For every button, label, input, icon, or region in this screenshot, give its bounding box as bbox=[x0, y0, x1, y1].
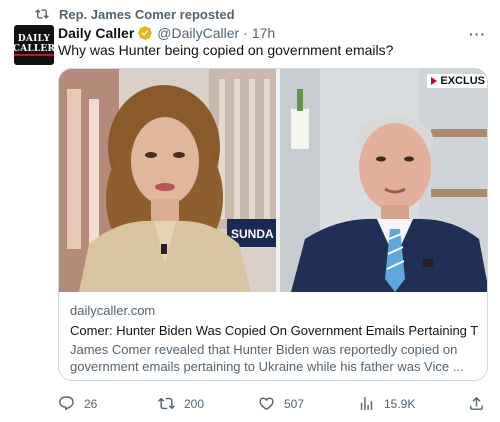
timestamp[interactable]: 17h bbox=[252, 25, 275, 41]
repost-context[interactable]: Rep. James Comer reposted bbox=[34, 5, 235, 23]
link-card[interactable]: SUNDA EXCLUS dailycaller.com Comer: Hunt… bbox=[58, 68, 488, 381]
repost-button[interactable]: 200 bbox=[158, 395, 204, 412]
separator-dot: · bbox=[243, 25, 248, 41]
views-chart-icon bbox=[360, 397, 373, 410]
lower-third-text: SUNDA bbox=[231, 227, 274, 241]
media-badge-label: EXCLUS bbox=[440, 75, 485, 87]
more-options-icon[interactable]: ··· bbox=[469, 26, 486, 42]
action-bar: 26 200 507 15.9K bbox=[58, 395, 488, 413]
card-domain: dailycaller.com bbox=[70, 303, 156, 318]
repost-icon bbox=[158, 397, 175, 410]
avatar[interactable]: DAILY CALLER bbox=[14, 25, 54, 65]
media-image: SUNDA bbox=[59, 69, 487, 292]
repost-count: 200 bbox=[184, 396, 205, 411]
views-button[interactable]: 15.9K bbox=[358, 395, 415, 412]
verified-badge-icon[interactable] bbox=[137, 25, 153, 41]
card-media[interactable]: SUNDA EXCLUS bbox=[59, 69, 487, 292]
repost-label: Rep. James Comer reposted bbox=[59, 6, 235, 22]
card-description: James Comer revealed that Hunter Biden w… bbox=[70, 342, 464, 374]
avatar-text-2: CALLER bbox=[14, 44, 54, 56]
share-button[interactable] bbox=[468, 395, 494, 412]
views-count: 15.9K bbox=[384, 396, 416, 411]
card-body[interactable]: dailycaller.com Comer: Hunter Biden Was … bbox=[59, 292, 487, 375]
author-handle[interactable]: @DailyCaller bbox=[157, 25, 239, 41]
reply-count: 26 bbox=[84, 396, 98, 411]
reply-button[interactable]: 26 bbox=[58, 395, 97, 412]
media-badge: EXCLUS bbox=[427, 74, 487, 88]
like-button[interactable]: 507 bbox=[258, 395, 304, 412]
tweet-header: Daily Caller @DailyCaller · 17h bbox=[58, 23, 275, 43]
heart-icon bbox=[259, 397, 274, 410]
play-triangle-icon bbox=[431, 77, 438, 85]
like-count: 507 bbox=[284, 396, 305, 411]
tweet-text: Why was Hunter being copied on governmen… bbox=[58, 42, 394, 58]
avatar-text-1: DAILY bbox=[17, 34, 51, 44]
repost-icon bbox=[35, 9, 49, 19]
share-icon bbox=[470, 396, 483, 410]
reply-icon bbox=[59, 396, 74, 411]
card-title: Comer: Hunter Biden Was Copied On Govern… bbox=[70, 323, 478, 338]
author-name[interactable]: Daily Caller bbox=[58, 25, 134, 41]
